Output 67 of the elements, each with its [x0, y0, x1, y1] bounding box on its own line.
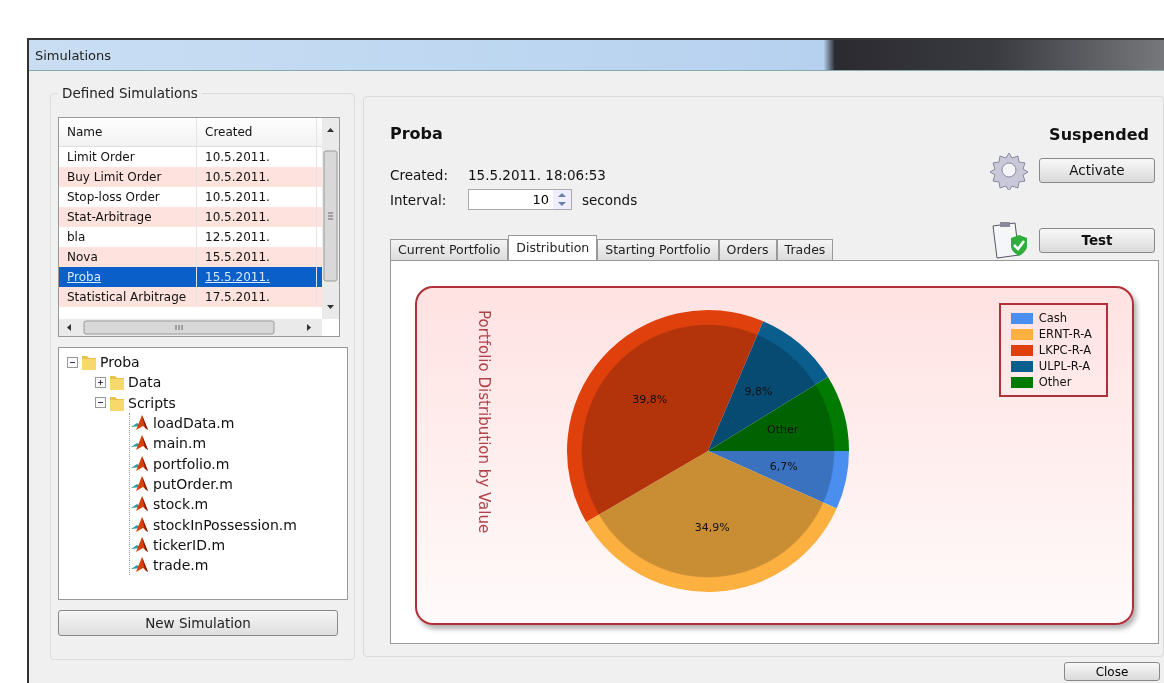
collapse-toggle[interactable] [67, 356, 78, 368]
gear-icon [989, 150, 1029, 190]
spin-button[interactable] [553, 190, 571, 209]
tree-item[interactable]: portfolio.m [153, 455, 230, 472]
peak-icon [130, 556, 150, 575]
group-title: Defined Simulations [61, 85, 199, 101]
tab[interactable]: Orders [718, 239, 777, 260]
chart-title: Portfolio Distribution by Value [475, 310, 493, 534]
slice-label: 39,8% [632, 392, 668, 406]
field-label: Interval: [390, 191, 448, 208]
window-title: Simulations [35, 47, 112, 63]
table-cell: 10.5.2011. [197, 207, 317, 227]
peak-icon [130, 474, 150, 493]
tree-item[interactable]: trade.m [153, 557, 209, 574]
peak-icon [130, 535, 150, 554]
peak-icon [130, 414, 150, 433]
table-row[interactable]: Nova 15.5.2011. [59, 247, 322, 267]
collapse-toggle[interactable] [95, 397, 106, 409]
tree-item[interactable]: Scripts [128, 394, 176, 411]
new-simulation-button[interactable]: New Simulation [58, 610, 338, 636]
slice-label: Other [767, 422, 799, 436]
legend-label: ULPL-R-A [1038, 359, 1091, 373]
tree-item[interactable]: main.m [153, 435, 207, 452]
slice-label: 6,7% [769, 460, 798, 474]
legend-label: LKPC-R-A [1038, 343, 1092, 357]
field-label: Created: [390, 167, 449, 183]
column-header[interactable]: Created [197, 118, 317, 146]
status-label: Suspended [1049, 125, 1149, 144]
peak-icon [130, 495, 150, 514]
tree-item[interactable]: Data [128, 374, 162, 391]
table-row[interactable]: Buy Limit Order 10.5.2011. [59, 167, 322, 187]
tab[interactable]: Current Portfolio [390, 239, 509, 260]
simulation-name: Proba [390, 124, 444, 143]
activate-button[interactable]: Activate [1039, 157, 1155, 183]
table-cell: 10.5.2011. [197, 167, 317, 187]
slice-label: 34,9% [694, 521, 730, 535]
expand-toggle[interactable] [95, 376, 106, 388]
interval-unit: seconds [582, 191, 638, 208]
column-header[interactable]: Name [59, 118, 197, 146]
tab[interactable]: Trades [776, 239, 834, 260]
table-cell: Statistical Arbitrage [59, 287, 197, 307]
table-row[interactable]: Proba 15.5.2011. [59, 267, 322, 287]
created-value: 15.5.2011. 18:06:53 [468, 167, 606, 183]
peak-icon [130, 434, 150, 453]
tree-item[interactable]: Proba [100, 354, 140, 371]
table-cell: Stat-Arbitrage [59, 207, 197, 227]
tree-item[interactable]: loadData.m [153, 415, 235, 432]
table-row[interactable]: Statistical Arbitrage 17.5.2011. [59, 287, 322, 307]
slice-label: 9,8% [744, 385, 773, 399]
table-cell: 17.5.2011. [197, 287, 317, 307]
folder-icon [81, 353, 97, 372]
table-cell: Buy Limit Order [59, 167, 197, 187]
test-button[interactable]: Test [1039, 227, 1155, 253]
legend-label: Cash [1038, 311, 1068, 325]
tab[interactable]: Distribution [508, 235, 598, 260]
tree-item[interactable]: stockInPossession.m [153, 516, 297, 533]
legend-label: Other [1038, 375, 1072, 389]
peak-icon [130, 454, 150, 473]
legend-label: ERNT-R-A [1038, 327, 1092, 341]
tree-item[interactable]: stock.m [153, 496, 209, 513]
peak-icon [130, 515, 150, 534]
tab[interactable]: Starting Portfolio [597, 239, 719, 260]
tree-item[interactable]: tickerID.m [153, 536, 226, 553]
close-button[interactable]: Close [1064, 662, 1160, 681]
table-row[interactable]: Stat-Arbitrage 10.5.2011. [59, 207, 322, 227]
tree-item[interactable]: putOrder.m [153, 475, 233, 492]
folder-icon [109, 373, 125, 392]
